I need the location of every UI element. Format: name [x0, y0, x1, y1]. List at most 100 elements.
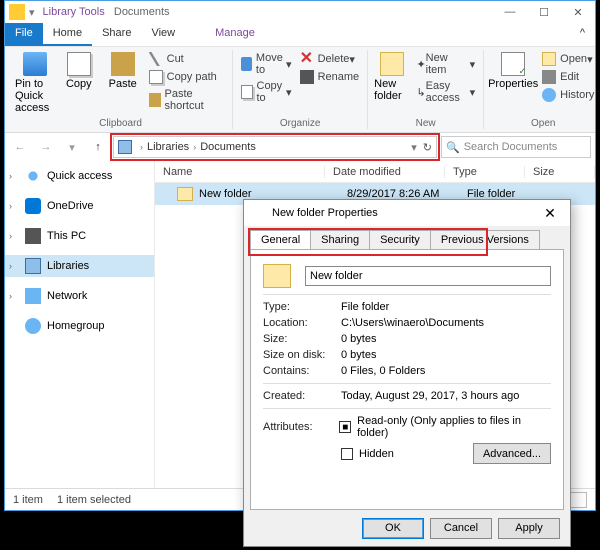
group-label: Open: [531, 118, 555, 129]
easy-access-button[interactable]: ↳ Easy access ▾: [412, 78, 479, 106]
crumb-documents[interactable]: Documents: [200, 141, 256, 153]
search-placeholder: Search Documents: [464, 141, 558, 153]
tab-file[interactable]: File: [5, 23, 43, 46]
nav-quick-access[interactable]: ›Quick access: [5, 165, 154, 187]
recent-button[interactable]: ▾: [61, 136, 83, 158]
group-new: New folder ✦ New item ▾ ↳ Easy access ▾ …: [368, 50, 484, 129]
properties-button[interactable]: Properties: [488, 50, 538, 92]
ribbon-collapse-icon[interactable]: ^: [570, 23, 595, 46]
group-label: Organize: [280, 118, 321, 129]
new-item-button[interactable]: ✦ New item ▾: [412, 50, 479, 78]
hidden-label: Hidden: [359, 448, 394, 460]
copy-button[interactable]: Copy: [57, 50, 101, 92]
group-label: Clipboard: [99, 118, 142, 129]
value-size-on-disk: 0 bytes: [341, 349, 376, 361]
value-size: 0 bytes: [341, 333, 376, 345]
tab-security[interactable]: Security: [369, 230, 431, 249]
nav-pane: ›Quick access ›OneDrive ›This PC ›Librar…: [5, 161, 155, 491]
readonly-checkbox[interactable]: ■: [339, 421, 351, 433]
paste-button[interactable]: Paste: [101, 50, 145, 92]
col-name[interactable]: Name: [155, 166, 325, 178]
readonly-label: Read-only (Only applies to files in fold…: [357, 415, 551, 439]
cancel-button[interactable]: Cancel: [430, 518, 492, 539]
cut-button[interactable]: Cut: [145, 50, 229, 68]
address-row: ← → ▾ ↑ › Libraries› Documents ▾ ↻ 🔍 Sea…: [5, 133, 595, 161]
refresh-icon[interactable]: ↻: [423, 141, 432, 154]
nav-this-pc[interactable]: ›This PC: [5, 225, 154, 247]
folder-name-input[interactable]: [305, 266, 551, 286]
status-count: 1 item: [13, 494, 43, 506]
nav-network[interactable]: ›Network: [5, 285, 154, 307]
copy-to-button[interactable]: Copy to ▾: [237, 78, 295, 106]
group-clipboard: Pin to Quick access Copy Paste Cut Copy …: [9, 50, 233, 129]
close-button[interactable]: ✕: [561, 1, 595, 23]
label-contains: Contains:: [263, 365, 341, 377]
col-type[interactable]: Type: [445, 166, 525, 178]
value-type: File folder: [341, 301, 389, 313]
tab-manage[interactable]: Manage: [205, 23, 265, 46]
tab-general[interactable]: General: [250, 230, 311, 249]
properties-dialog: New folder Properties ✕ General Sharing …: [243, 199, 571, 547]
column-headers[interactable]: Name Date modified Type Size: [155, 161, 595, 183]
folder-icon: [252, 207, 266, 219]
dialog-title: New folder Properties: [272, 207, 538, 219]
address-bar[interactable]: › Libraries› Documents ▾ ↻: [113, 136, 437, 158]
crumb-sep[interactable]: ›: [136, 142, 147, 152]
move-to-button[interactable]: Move to ▾: [237, 50, 295, 78]
nav-libraries[interactable]: ›Libraries: [5, 255, 154, 277]
back-button[interactable]: ←: [9, 136, 31, 158]
ribbon-tabs: File Home Share View Manage ^: [5, 23, 595, 47]
apply-button[interactable]: Apply: [498, 518, 560, 539]
ok-button[interactable]: OK: [362, 518, 424, 539]
rename-button[interactable]: Rename: [296, 68, 364, 86]
tab-sharing[interactable]: Sharing: [310, 230, 370, 249]
up-button[interactable]: ↑: [87, 136, 109, 158]
label-attributes: Attributes:: [263, 421, 339, 433]
addr-dropdown-icon[interactable]: ▾: [411, 141, 417, 154]
folder-icon: [177, 187, 193, 201]
advanced-button[interactable]: Advanced...: [473, 443, 551, 464]
tab-view[interactable]: View: [141, 23, 185, 46]
dialog-tabs: General Sharing Security Previous Versio…: [250, 230, 564, 249]
edit-button[interactable]: Edit: [538, 68, 598, 86]
status-selected: 1 item selected: [57, 494, 131, 506]
dialog-titlebar[interactable]: New folder Properties ✕: [244, 200, 570, 226]
value-contains: 0 Files, 0 Folders: [341, 365, 425, 377]
label-type: Type:: [263, 301, 341, 313]
col-date[interactable]: Date modified: [325, 166, 445, 178]
crumb-libraries[interactable]: Libraries›: [147, 141, 200, 153]
group-label: New: [416, 118, 436, 129]
new-folder-button[interactable]: New folder: [372, 50, 412, 104]
nav-homegroup[interactable]: Homegroup: [5, 315, 154, 337]
group-organize: Move to ▾ Copy to ▾ ✕Delete ▾ Rename Org…: [233, 50, 368, 129]
history-button[interactable]: History: [538, 86, 598, 104]
group-open: Properties Open ▾ Edit History Open: [484, 50, 600, 129]
minimize-button[interactable]: —: [493, 1, 527, 23]
qat-down-icon[interactable]: ▾: [29, 6, 35, 19]
folder-icon: [263, 264, 291, 288]
tab-home[interactable]: Home: [43, 23, 92, 46]
window-title: Library Tools Documents: [43, 6, 493, 18]
pin-quick-access-button[interactable]: Pin to Quick access: [13, 50, 57, 116]
col-size[interactable]: Size: [525, 166, 595, 178]
nav-onedrive[interactable]: ›OneDrive: [5, 195, 154, 217]
search-icon: 🔍: [446, 141, 460, 154]
copy-path-button[interactable]: Copy path: [145, 68, 229, 86]
ribbon: Pin to Quick access Copy Paste Cut Copy …: [5, 47, 595, 133]
label-created: Created:: [263, 390, 341, 402]
search-input[interactable]: 🔍 Search Documents: [441, 136, 591, 158]
tab-previous-versions[interactable]: Previous Versions: [430, 230, 540, 249]
titlebar[interactable]: ▾ Library Tools Documents — ☐ ✕: [5, 1, 595, 23]
dialog-buttons: OK Cancel Apply: [244, 510, 570, 546]
hidden-checkbox[interactable]: [341, 448, 353, 460]
maximize-button[interactable]: ☐: [527, 1, 561, 23]
delete-button[interactable]: ✕Delete ▾: [296, 50, 364, 68]
forward-button: →: [35, 136, 57, 158]
value-location: C:\Users\winaero\Documents: [341, 317, 484, 329]
open-button[interactable]: Open ▾: [538, 50, 598, 68]
dialog-close-button[interactable]: ✕: [538, 205, 562, 222]
folder-icon: [9, 4, 25, 20]
value-created: Today, August 29, 2017, 3 hours ago: [341, 390, 519, 402]
paste-shortcut-button[interactable]: Paste shortcut: [145, 86, 229, 114]
tab-share[interactable]: Share: [92, 23, 141, 46]
